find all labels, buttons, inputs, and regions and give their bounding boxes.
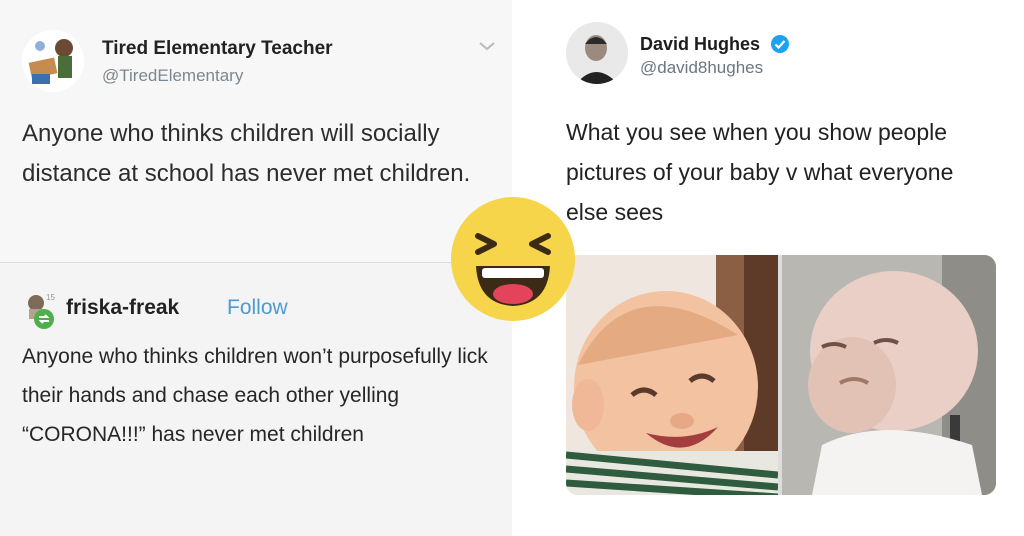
verified-badge-icon: [771, 35, 789, 53]
left-panel: Tired Elementary Teacher @TiredElementar…: [0, 0, 512, 536]
author-handle[interactable]: @david8hughes: [640, 58, 763, 78]
tweet-text: Anyone who thinks children will socially…: [22, 120, 471, 187]
avatar[interactable]: [22, 30, 84, 92]
baby-photo-smiling[interactable]: [566, 255, 779, 495]
baby-photo-squished[interactable]: [782, 255, 996, 495]
tweet-text: What you see when you show people pictur…: [566, 119, 954, 225]
laughing-emoji-icon: [451, 197, 575, 321]
post-text: Anyone who thinks children won’t purpose…: [22, 345, 488, 446]
follow-button[interactable]: Follow: [227, 296, 288, 320]
svg-text:15: 15: [46, 293, 55, 302]
avatar[interactable]: [566, 22, 628, 84]
blog-name[interactable]: friska-freak: [66, 296, 179, 320]
chevron-down-icon[interactable]: [478, 40, 496, 52]
author-handle[interactable]: @TiredElementary: [102, 66, 243, 86]
reblog-icon: 15: [28, 293, 55, 329]
tumblr-post-card: 15 friska-freak Follow Anyone who thinks…: [0, 263, 512, 536]
author-name[interactable]: Tired Elementary Teacher: [102, 38, 333, 60]
tweet-card-tired-teacher[interactable]: Tired Elementary Teacher @TiredElementar…: [0, 0, 512, 263]
author-name[interactable]: David Hughes: [640, 34, 760, 55]
tweet-card-david-hughes[interactable]: David Hughes @david8hughes What you see …: [520, 0, 1024, 536]
tweet-media[interactable]: [566, 255, 996, 495]
